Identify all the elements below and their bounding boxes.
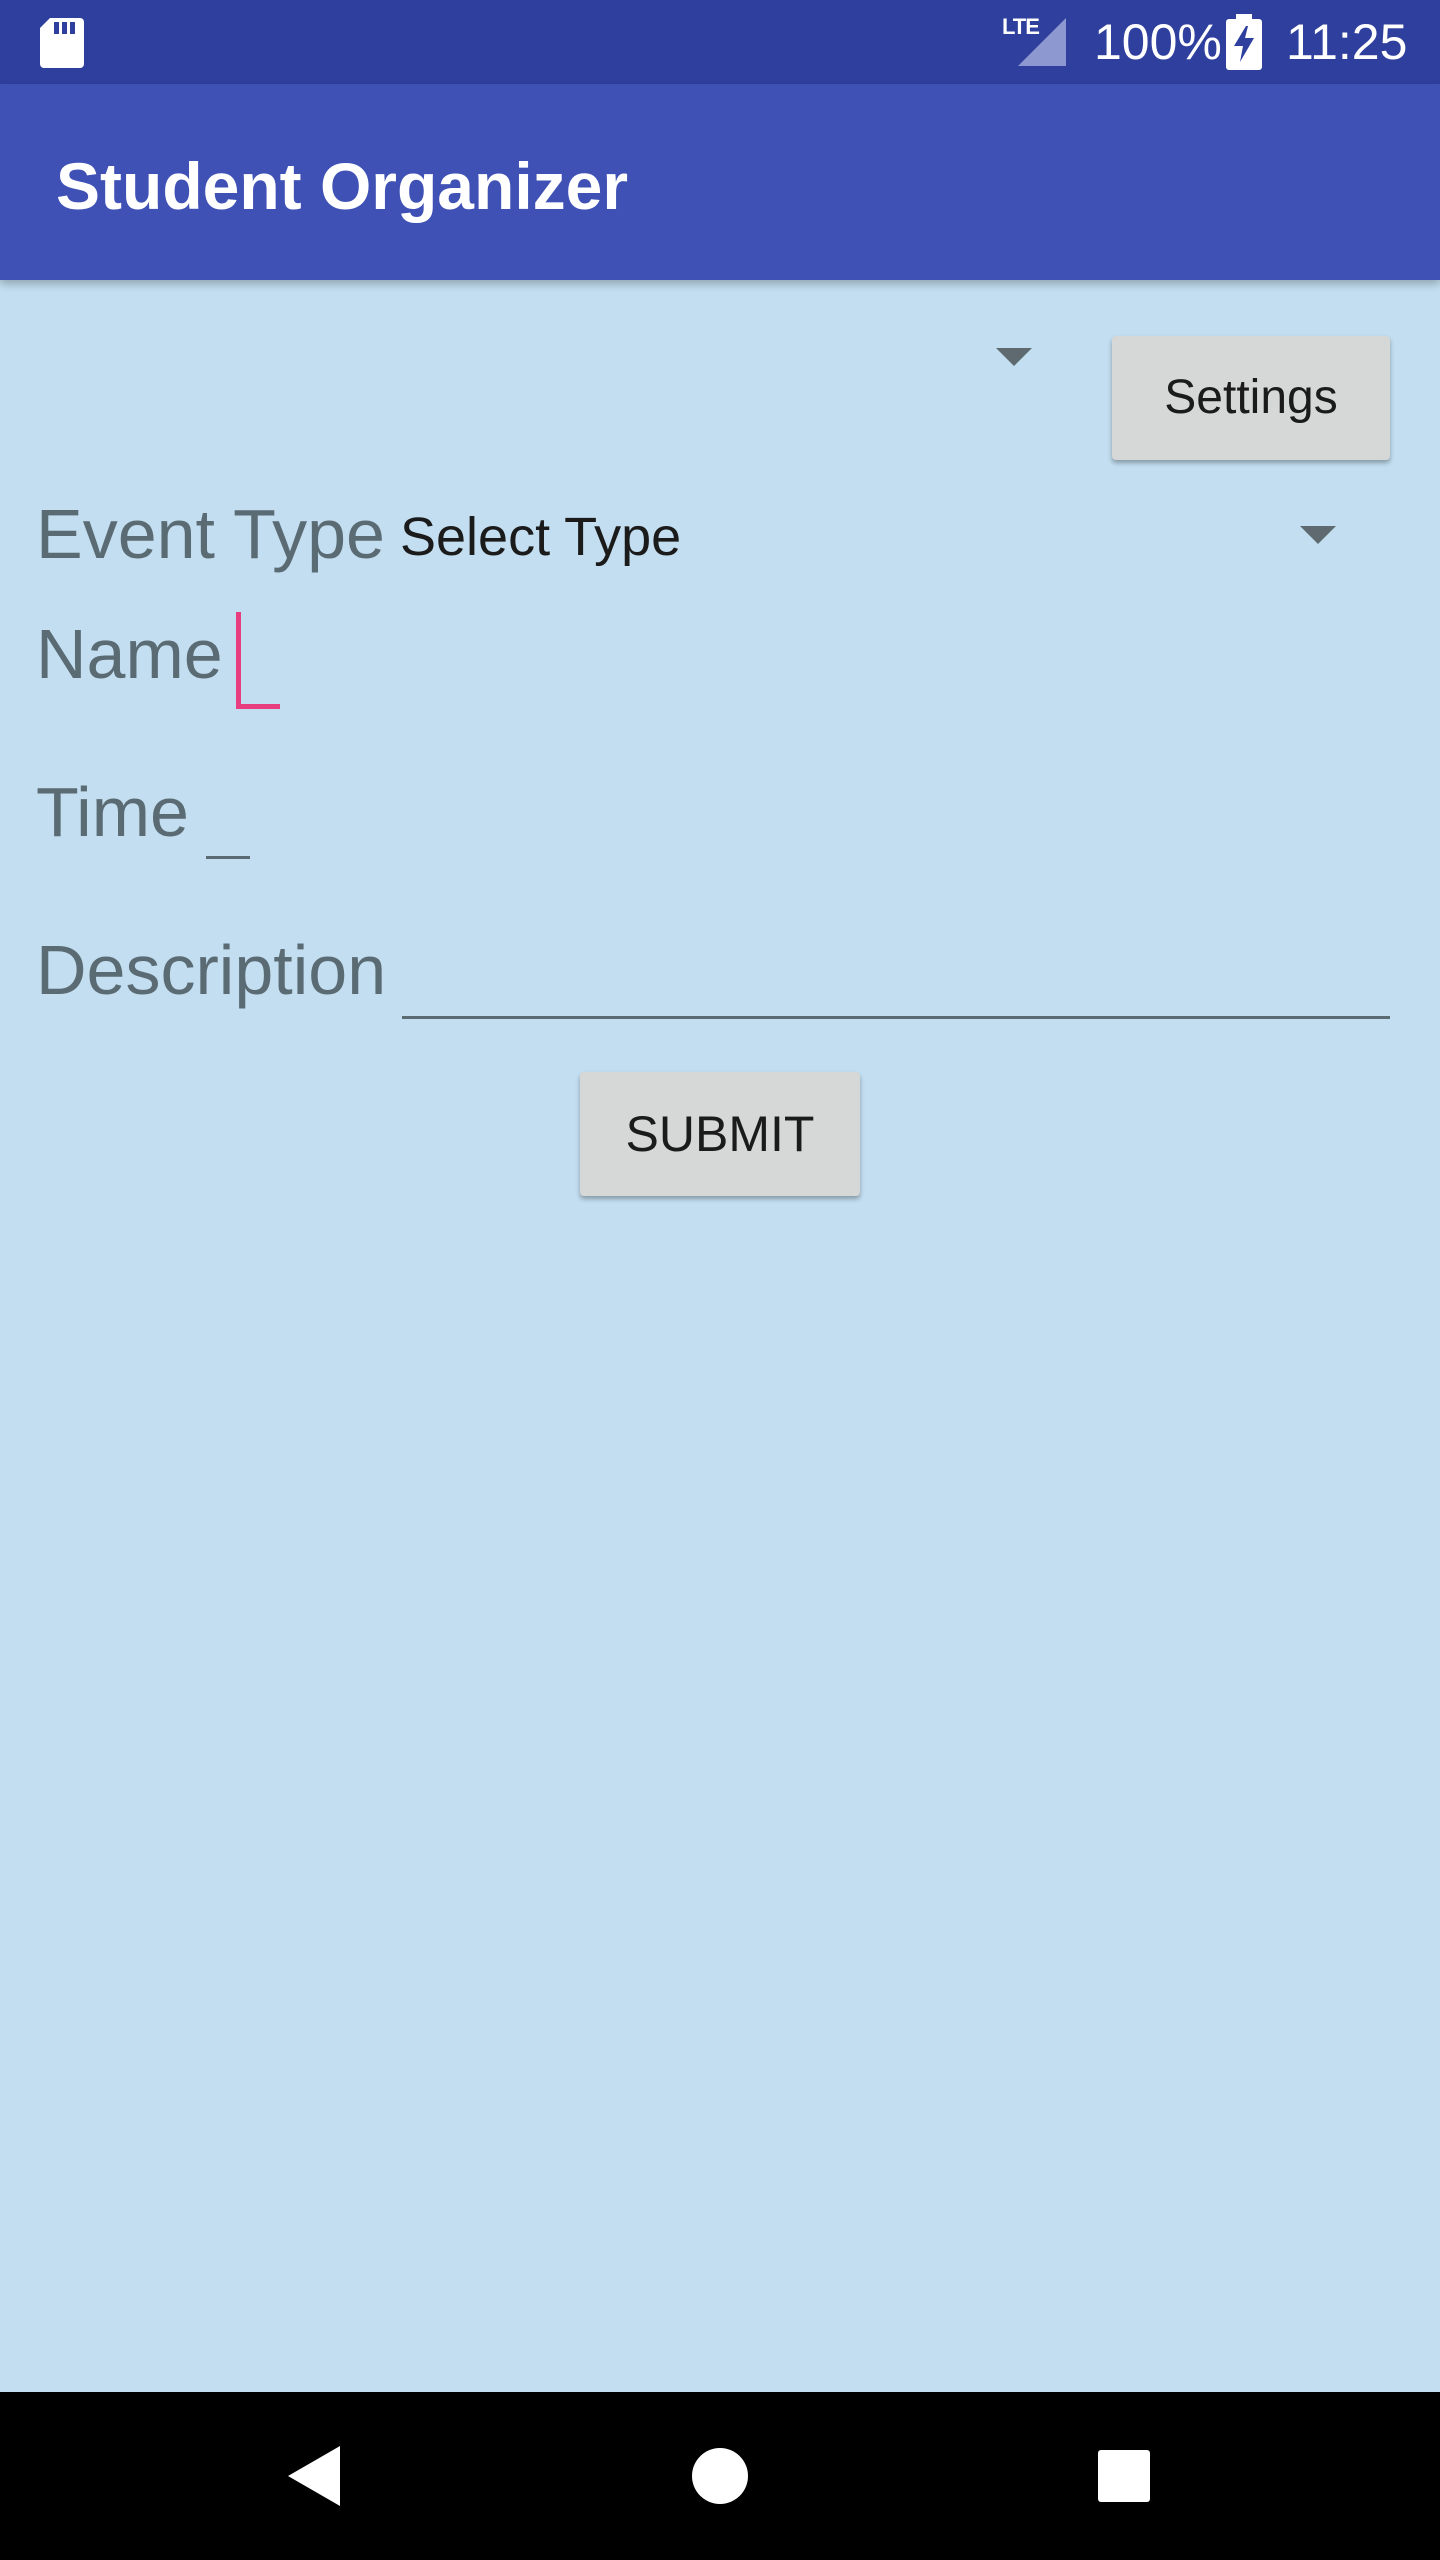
back-icon[interactable] <box>288 2446 340 2506</box>
sd-card-icon <box>40 18 84 68</box>
text-cursor <box>236 612 241 706</box>
description-input-underline <box>402 1016 1390 1019</box>
time-input-underline <box>206 856 250 859</box>
recents-icon[interactable] <box>1098 2450 1150 2502</box>
time-input[interactable] <box>206 800 252 864</box>
home-icon[interactable] <box>692 2448 748 2504</box>
name-label: Name <box>36 615 223 693</box>
event-type-selected: Select Type <box>400 507 682 567</box>
status-clock: 11:25 <box>1286 14 1408 70</box>
battery-charging-icon <box>1226 14 1262 70</box>
app-title: Student Organizer <box>56 149 629 223</box>
app-bar: Student Organizer <box>0 84 1440 280</box>
event-type-label: Event Type <box>36 495 385 573</box>
name-input-underline <box>236 704 280 709</box>
submit-button[interactable]: SUBMIT <box>580 1072 860 1196</box>
battery-percent: 100% <box>1094 14 1222 70</box>
dropdown-caret-icon <box>996 348 1032 366</box>
dropdown-caret-icon <box>1300 526 1336 544</box>
status-bar: LTE 100% 11:25 <box>0 0 1440 84</box>
top-spinner[interactable] <box>40 330 1050 420</box>
name-input[interactable] <box>234 612 282 712</box>
event-type-spinner[interactable]: Select Type <box>400 494 1350 584</box>
navigation-bar <box>0 2392 1440 2560</box>
network-type-label: LTE <box>1002 14 1040 39</box>
settings-button[interactable]: Settings <box>1112 336 1390 460</box>
time-label: Time <box>36 773 189 851</box>
description-input[interactable] <box>402 940 1390 1022</box>
description-label: Description <box>36 931 387 1009</box>
app-screen: LTE 100% 11:25 Student Organizer Setting… <box>0 0 1440 2560</box>
